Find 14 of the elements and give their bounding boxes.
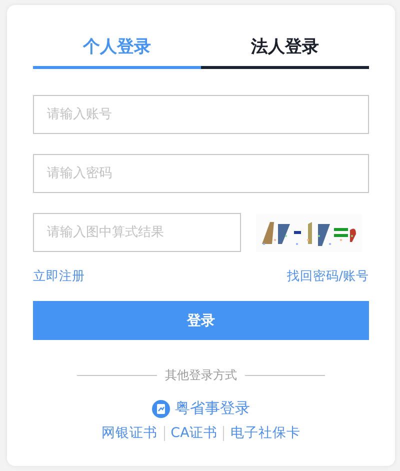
login-method-link[interactable]: 电子社保卡 <box>223 426 306 441</box>
login-method-link[interactable]: 网银证书 <box>96 426 164 441</box>
login-button[interactable]: 登录 <box>33 301 369 340</box>
login-method-link[interactable]: CA证书 <box>164 426 224 441</box>
recover-link[interactable]: 找回密码/账号 <box>286 268 369 285</box>
app-login-link[interactable]: 粤省事登录 <box>175 399 250 418</box>
login-tab[interactable]: 法人登录 <box>201 35 369 69</box>
divider-label: 其他登录方式 <box>165 367 237 384</box>
password-field[interactable]: 请输入密码 <box>33 154 369 193</box>
captcha-field[interactable]: 请输入图中算式结果 <box>33 213 241 252</box>
login-tab[interactable]: 个人登录 <box>33 35 201 69</box>
account-field[interactable]: 请输入账号 <box>33 95 369 134</box>
register-link[interactable]: 立即注册 <box>33 268 85 285</box>
app-logo-icon <box>152 400 170 418</box>
